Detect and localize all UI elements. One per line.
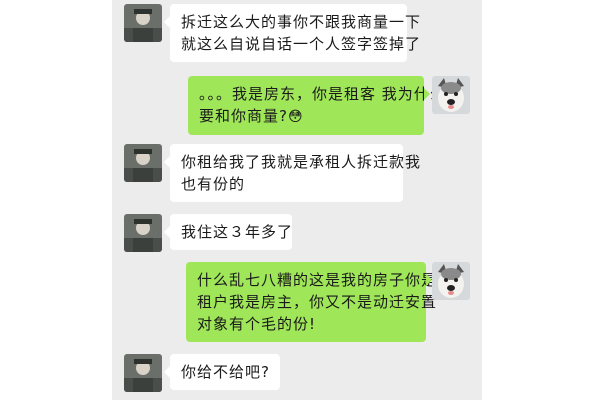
dog-avatar-icon[interactable] bbox=[432, 76, 470, 114]
message-text: 就这么自说自话一个人签字签掉了 bbox=[181, 35, 422, 53]
message-row: 你给不给吧? bbox=[112, 350, 482, 400]
message-text: 拆迁这么大的事你不跟我商量一下 bbox=[181, 13, 422, 31]
message-row: 拆迁这么大的事你不跟我商量一下 就这么自说自话一个人签字签掉了 bbox=[112, 0, 482, 62]
person-avatar-icon[interactable] bbox=[124, 4, 162, 42]
message-row: 你租给我了我就是承租人拆迁款我 也有份的 bbox=[112, 140, 482, 202]
message-text: 什么乱七八糟的这是我的房子你是 bbox=[197, 271, 438, 289]
message-bubble[interactable]: 。。。我是房东，你是租客 我为什么 要和你商量?😳 bbox=[188, 76, 446, 135]
message-text: 要和你商量?😳 bbox=[199, 105, 413, 128]
message-text: 也有份的 bbox=[181, 175, 246, 193]
message-bubble[interactable]: 什么乱七八糟的这是我的房子你是 租户我是房主，你又不是动迁安置 对象有个毛的份! bbox=[186, 262, 438, 342]
chat-panel: 拆迁这么大的事你不跟我商量一下 就这么自说自话一个人签字签掉了 。。。我是房东，… bbox=[112, 0, 482, 400]
message-text: 你给不给吧? bbox=[181, 363, 270, 381]
dog-avatar-icon[interactable] bbox=[432, 262, 470, 300]
person-avatar-icon[interactable] bbox=[124, 214, 162, 252]
message-text: 我住这３年多了 bbox=[181, 223, 294, 241]
flushed-emoji-icon: 😳 bbox=[287, 109, 304, 125]
message-row: 。。。我是房东，你是租客 我为什么 要和你商量?😳 bbox=[112, 72, 482, 135]
message-bubble[interactable]: 你租给我了我就是承租人拆迁款我 也有份的 bbox=[164, 144, 422, 202]
person-avatar-icon[interactable] bbox=[124, 354, 162, 392]
message-row: 什么乱七八糟的这是我的房子你是 租户我是房主，你又不是动迁安置 对象有个毛的份! bbox=[112, 258, 482, 344]
message-text-part: 要和你商量? bbox=[199, 107, 288, 125]
message-text: 你租给我了我就是承租人拆迁款我 bbox=[181, 153, 422, 171]
message-bubble[interactable]: 拆迁这么大的事你不跟我商量一下 就这么自说自话一个人签字签掉了 bbox=[164, 4, 422, 62]
message-text: 对象有个毛的份! bbox=[197, 315, 317, 333]
person-avatar-icon[interactable] bbox=[124, 144, 162, 182]
message-bubble[interactable]: 我住这３年多了 bbox=[164, 214, 294, 250]
message-text: 租户我是房主，你又不是动迁安置 bbox=[197, 293, 438, 311]
message-bubble[interactable]: 你给不给吧? bbox=[164, 354, 280, 390]
message-text: 。。。我是房东，你是租客 我为什么 bbox=[199, 85, 446, 103]
message-row: 我住这３年多了 bbox=[112, 210, 482, 256]
